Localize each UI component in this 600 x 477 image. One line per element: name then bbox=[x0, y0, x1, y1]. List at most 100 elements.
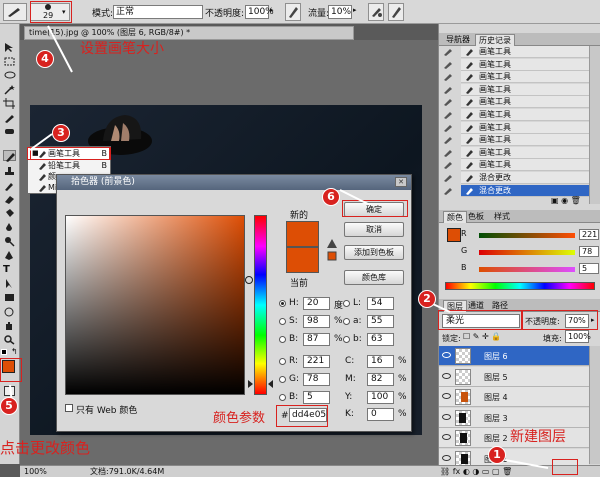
marquee-tool[interactable] bbox=[3, 56, 16, 67]
history-row[interactable]: 画笔工具 bbox=[461, 96, 589, 109]
color-libraries-button[interactable]: 颜色库 bbox=[344, 270, 404, 285]
hand-tool[interactable] bbox=[3, 320, 16, 331]
history-brush-source-icon[interactable] bbox=[443, 48, 455, 56]
eye-icon[interactable] bbox=[442, 454, 451, 461]
color-spectrum-bar[interactable] bbox=[445, 282, 595, 290]
opacity-dropdown-icon[interactable]: ▸ bbox=[270, 6, 274, 14]
hue-input[interactable]: 20 bbox=[303, 297, 330, 310]
lab-l-radio[interactable] bbox=[343, 300, 350, 307]
black-input[interactable]: 0 bbox=[367, 408, 394, 421]
trash-icon[interactable]: 🗑 bbox=[571, 196, 581, 205]
pressure-size-button[interactable] bbox=[388, 3, 404, 21]
magenta-input[interactable]: 82 bbox=[367, 373, 394, 386]
b-value[interactable]: 5 bbox=[579, 263, 599, 274]
flow-dropdown-icon[interactable]: ▸ bbox=[353, 6, 357, 14]
opacity-input[interactable]: 100% bbox=[245, 5, 274, 19]
r-value[interactable]: 221 bbox=[579, 229, 599, 240]
default-colors-icon[interactable] bbox=[1, 349, 7, 355]
move-tool[interactable] bbox=[3, 42, 16, 53]
layer-row[interactable]: 图层 3 bbox=[439, 407, 589, 428]
b-slider[interactable] bbox=[479, 267, 575, 272]
eye-icon[interactable] bbox=[442, 434, 451, 440]
history-brush-source-icon[interactable] bbox=[443, 187, 455, 195]
g-value[interactable]: 78 bbox=[579, 246, 599, 257]
pen-tool[interactable] bbox=[3, 250, 16, 261]
clone-stamp-tool[interactable] bbox=[3, 166, 16, 177]
hue-radio[interactable] bbox=[279, 300, 286, 307]
history-brush-source-icon[interactable] bbox=[443, 124, 455, 132]
history-row[interactable]: 混合更改 bbox=[461, 172, 589, 184]
history-brush-source-icon[interactable] bbox=[443, 61, 455, 69]
airbrush-button[interactable] bbox=[368, 3, 384, 21]
history-brush-tool[interactable] bbox=[3, 180, 16, 191]
cyan-input[interactable]: 16 bbox=[367, 355, 394, 368]
history-brush-source-icon[interactable] bbox=[443, 161, 455, 170]
saturation-value-field[interactable] bbox=[65, 215, 253, 395]
3d-tool[interactable] bbox=[3, 306, 16, 317]
history-row[interactable]: 画笔工具 bbox=[461, 109, 589, 121]
history-row[interactable]: 画笔工具 bbox=[461, 58, 589, 71]
history-row[interactable]: 混合更改 bbox=[461, 184, 589, 197]
gamut-warning-icon[interactable] bbox=[327, 239, 337, 261]
history-brush-source-icon[interactable] bbox=[443, 86, 455, 94]
r-slider[interactable] bbox=[479, 233, 575, 238]
lab-a-radio[interactable] bbox=[343, 318, 350, 325]
mode-select[interactable]: 正常 bbox=[113, 5, 203, 19]
layer-row[interactable]: 图层 6 bbox=[439, 346, 589, 366]
add-to-swatches-button[interactable]: 添加到色板 bbox=[344, 245, 404, 260]
fx-icon[interactable]: fx bbox=[453, 467, 461, 476]
fill-input[interactable]: 100% bbox=[565, 330, 591, 343]
lock-icons[interactable]: ☐ ✎ ✛ 🔒 bbox=[463, 332, 501, 341]
document-tab[interactable]: time(15).jpg @ 100% (图层 6, RGB/8#) * bbox=[24, 26, 354, 40]
zoom-tool[interactable] bbox=[3, 334, 16, 345]
history-brush-source-icon[interactable] bbox=[443, 136, 455, 145]
hue-slider-arrow-left-icon[interactable] bbox=[248, 380, 253, 388]
adjustment-icon[interactable]: ◑ bbox=[472, 467, 479, 476]
hue-slider-arrow-right-icon[interactable] bbox=[268, 380, 273, 388]
lasso-tool[interactable] bbox=[3, 70, 16, 81]
history-row[interactable]: 画笔工具 bbox=[461, 146, 589, 159]
history-row[interactable]: 画笔工具 bbox=[461, 46, 589, 58]
mask-icon[interactable]: ◐ bbox=[463, 467, 470, 476]
web-only-checkbox[interactable] bbox=[65, 404, 73, 412]
color-panel-foreground[interactable] bbox=[447, 228, 461, 242]
healing-tool[interactable] bbox=[3, 126, 16, 137]
layer-row[interactable]: 图层 5 bbox=[439, 366, 589, 387]
history-row[interactable]: 画笔工具 bbox=[461, 71, 589, 84]
history-row[interactable]: 画笔工具 bbox=[461, 121, 589, 134]
shape-tool[interactable] bbox=[3, 292, 16, 303]
current-color-swatch[interactable] bbox=[286, 247, 319, 273]
history-brush-source-icon[interactable] bbox=[443, 149, 455, 157]
cancel-button[interactable]: 取消 bbox=[344, 222, 404, 237]
snapshot-icon[interactable]: ▣ bbox=[551, 196, 559, 205]
flyout-pencil-tool[interactable]: 铅笔工具 B bbox=[28, 160, 110, 171]
lab-b-radio[interactable] bbox=[343, 336, 350, 343]
tab-styles[interactable]: 样式 bbox=[491, 211, 513, 222]
pressure-opacity-button[interactable] bbox=[285, 3, 301, 21]
tab-navigator[interactable]: 导航器 bbox=[443, 34, 473, 45]
eye-icon[interactable] bbox=[442, 413, 451, 420]
lab-a-input[interactable]: 55 bbox=[367, 315, 394, 328]
trash-icon[interactable]: 🗑 bbox=[502, 467, 512, 476]
green-input[interactable]: 78 bbox=[303, 373, 330, 386]
link-layers-icon[interactable]: ⛓ bbox=[440, 467, 450, 476]
swap-colors-icon[interactable]: ↰ bbox=[11, 347, 18, 356]
history-scrollbar[interactable] bbox=[589, 46, 600, 204]
flow-input[interactable]: 10% bbox=[328, 5, 352, 19]
tab-swatches[interactable]: 色板 bbox=[465, 211, 487, 222]
eye-icon[interactable] bbox=[442, 352, 451, 358]
color-cursor[interactable] bbox=[245, 276, 253, 284]
brightness-radio[interactable] bbox=[279, 336, 286, 343]
eyedropper-tool[interactable] bbox=[3, 112, 16, 123]
type-tool[interactable]: T bbox=[3, 264, 16, 275]
eye-icon[interactable] bbox=[442, 393, 451, 399]
eye-icon[interactable] bbox=[442, 372, 451, 379]
history-brush-source-icon[interactable] bbox=[443, 98, 455, 107]
saturation-input[interactable]: 98 bbox=[303, 315, 330, 328]
path-select-tool[interactable] bbox=[3, 278, 16, 289]
blue-input[interactable]: 5 bbox=[303, 391, 330, 404]
eraser-tool[interactable] bbox=[3, 194, 16, 205]
close-icon[interactable]: ✕ bbox=[395, 177, 407, 187]
history-brush-source-icon[interactable] bbox=[443, 73, 455, 82]
history-row[interactable]: 画笔工具 bbox=[461, 134, 589, 147]
